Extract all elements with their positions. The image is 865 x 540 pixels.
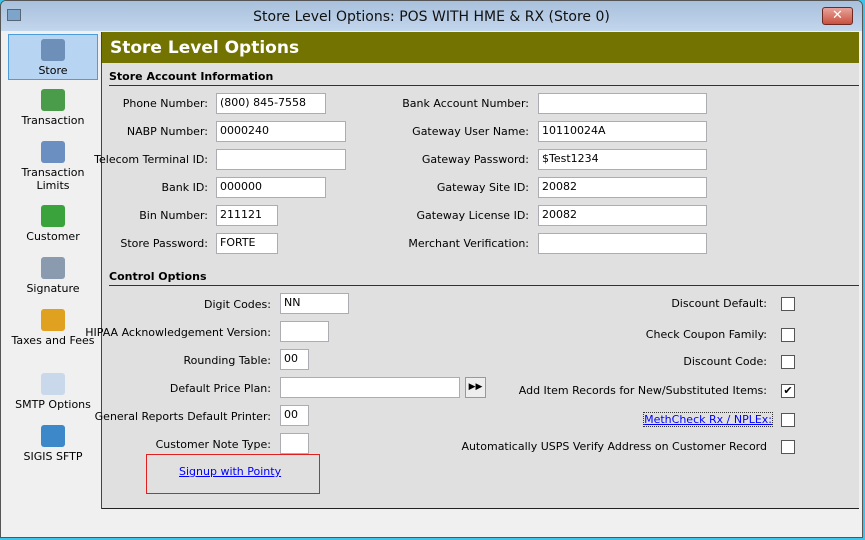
price-plan-lookup-button[interactable]: ▶▶ [465,377,486,398]
computer-icon [41,39,65,61]
checkbox[interactable] [781,413,795,427]
account-field-input[interactable]: 000000 [216,177,326,198]
network-icon [41,425,65,447]
control-field-input[interactable] [280,321,329,342]
account-field-input[interactable]: 0000240 [216,121,346,142]
window: Store Level Options: POS WITH HME & RX (… [0,0,863,538]
sidebar-item-label: Taxes and Fees [11,334,95,347]
sidebar-item-smtp-options[interactable]: SMTP Options [8,368,98,414]
section-control-options: Control Options [109,270,207,283]
control-field-input[interactable]: 00 [280,349,309,370]
sidebar-item-transaction[interactable]: Transaction [8,84,98,130]
sidebar-item-transaction-limits[interactable]: Transaction Limits [8,136,98,195]
account-field-input[interactable]: 20082 [538,205,707,226]
field-label: Telecom Terminal ID: [94,153,208,166]
page-title: Store Level Options [102,32,859,63]
transaction-limits-icon [41,141,65,163]
account-field-input[interactable]: $Test1234 [538,149,707,170]
cash-register-icon [41,89,65,111]
methcheck-link[interactable]: MethCheck Rx / NPLEx: [643,412,773,427]
field-label: Merchant Verification: [408,237,529,250]
sidebar-item-label: Transaction Limits [21,166,85,192]
account-field-input[interactable]: 10110024A [538,121,707,142]
field-label: NABP Number: [126,125,208,138]
checkbox[interactable] [781,297,795,311]
field-label: Phone Number: [122,97,208,110]
account-field-input[interactable]: 20082 [538,177,707,198]
sidebar-item-label: Customer [26,230,80,243]
signature-icon [41,257,65,279]
field-label: Gateway User Name: [412,125,529,138]
divider [109,285,859,286]
field-label: Gateway Password: [421,153,529,166]
checkbox-label: Discount Code: [683,355,767,368]
control-field-input[interactable] [280,433,309,454]
account-field-input[interactable]: 211121 [216,205,278,226]
main-panel: Store Level Options Store Account Inform… [85,32,859,509]
sidebar-item-label: Transaction [21,114,85,127]
field-label: Store Password: [120,237,208,250]
control-field-input[interactable]: 00 [280,405,309,426]
title-bar[interactable]: Store Level Options: POS WITH HME & RX (… [1,1,862,31]
sidebar-item-store[interactable]: Store [8,34,98,80]
account-field-input[interactable] [216,149,346,170]
field-label: Default Price Plan: [169,382,271,395]
control-field-input[interactable]: NN [280,293,349,314]
checkbox[interactable] [781,328,795,342]
checkbox[interactable]: ✔ [781,384,795,398]
sidebar: Store Transaction Transaction Limits Custom… [4,32,102,509]
field-label: Bank Account Number: [402,97,529,110]
status-bar [4,510,859,536]
account-field-input[interactable] [538,93,707,114]
checkbox-label: Automatically USPS Verify Address on Cus… [461,440,767,453]
field-label: General Reports Default Printer: [94,410,271,423]
field-label: Digit Codes: [204,298,271,311]
checkbox-label: Add Item Records for New/Substituted Ite… [518,384,767,397]
signup-pointy-link[interactable]: Signup with Pointy [179,465,281,478]
sidebar-item-signature[interactable]: Signature [8,252,98,298]
field-label: Gateway Site ID: [436,181,529,194]
field-label: HIPAA Acknowledgement Version: [85,326,271,339]
account-field-input[interactable]: FORTE [216,233,278,254]
close-button[interactable]: ✕ [822,7,853,25]
sidebar-item-label: SIGIS SFTP [23,450,83,463]
sidebar-item-label: SMTP Options [15,398,91,411]
divider [109,85,859,86]
sidebar-item-customer[interactable]: Customer [8,200,98,246]
field-label: Bank ID: [161,181,208,194]
control-field-input[interactable] [280,377,460,398]
field-label: Rounding Table: [183,354,271,367]
field-label: Customer Note Type: [155,438,271,451]
sidebar-item-label: Store [38,64,68,77]
customer-icon [41,205,65,227]
dollar-coin-icon [41,309,65,331]
checkbox[interactable] [781,355,795,369]
field-label: Gateway License ID: [416,209,529,222]
window-title: Store Level Options: POS WITH HME & RX (… [253,9,610,25]
checkbox[interactable] [781,440,795,454]
field-label: Bin Number: [139,209,208,222]
envelope-icon [41,373,65,395]
account-field-input[interactable] [538,233,707,254]
sidebar-item-label: Signature [26,282,80,295]
checkbox-label: Check Coupon Family: [645,328,767,341]
sidebar-item-sigis-sftp[interactable]: SIGIS SFTP [8,420,98,466]
section-store-account: Store Account Information [109,70,274,83]
checkbox-label: Discount Default: [671,297,767,310]
account-field-input[interactable]: (800) 845-7558 [216,93,326,114]
